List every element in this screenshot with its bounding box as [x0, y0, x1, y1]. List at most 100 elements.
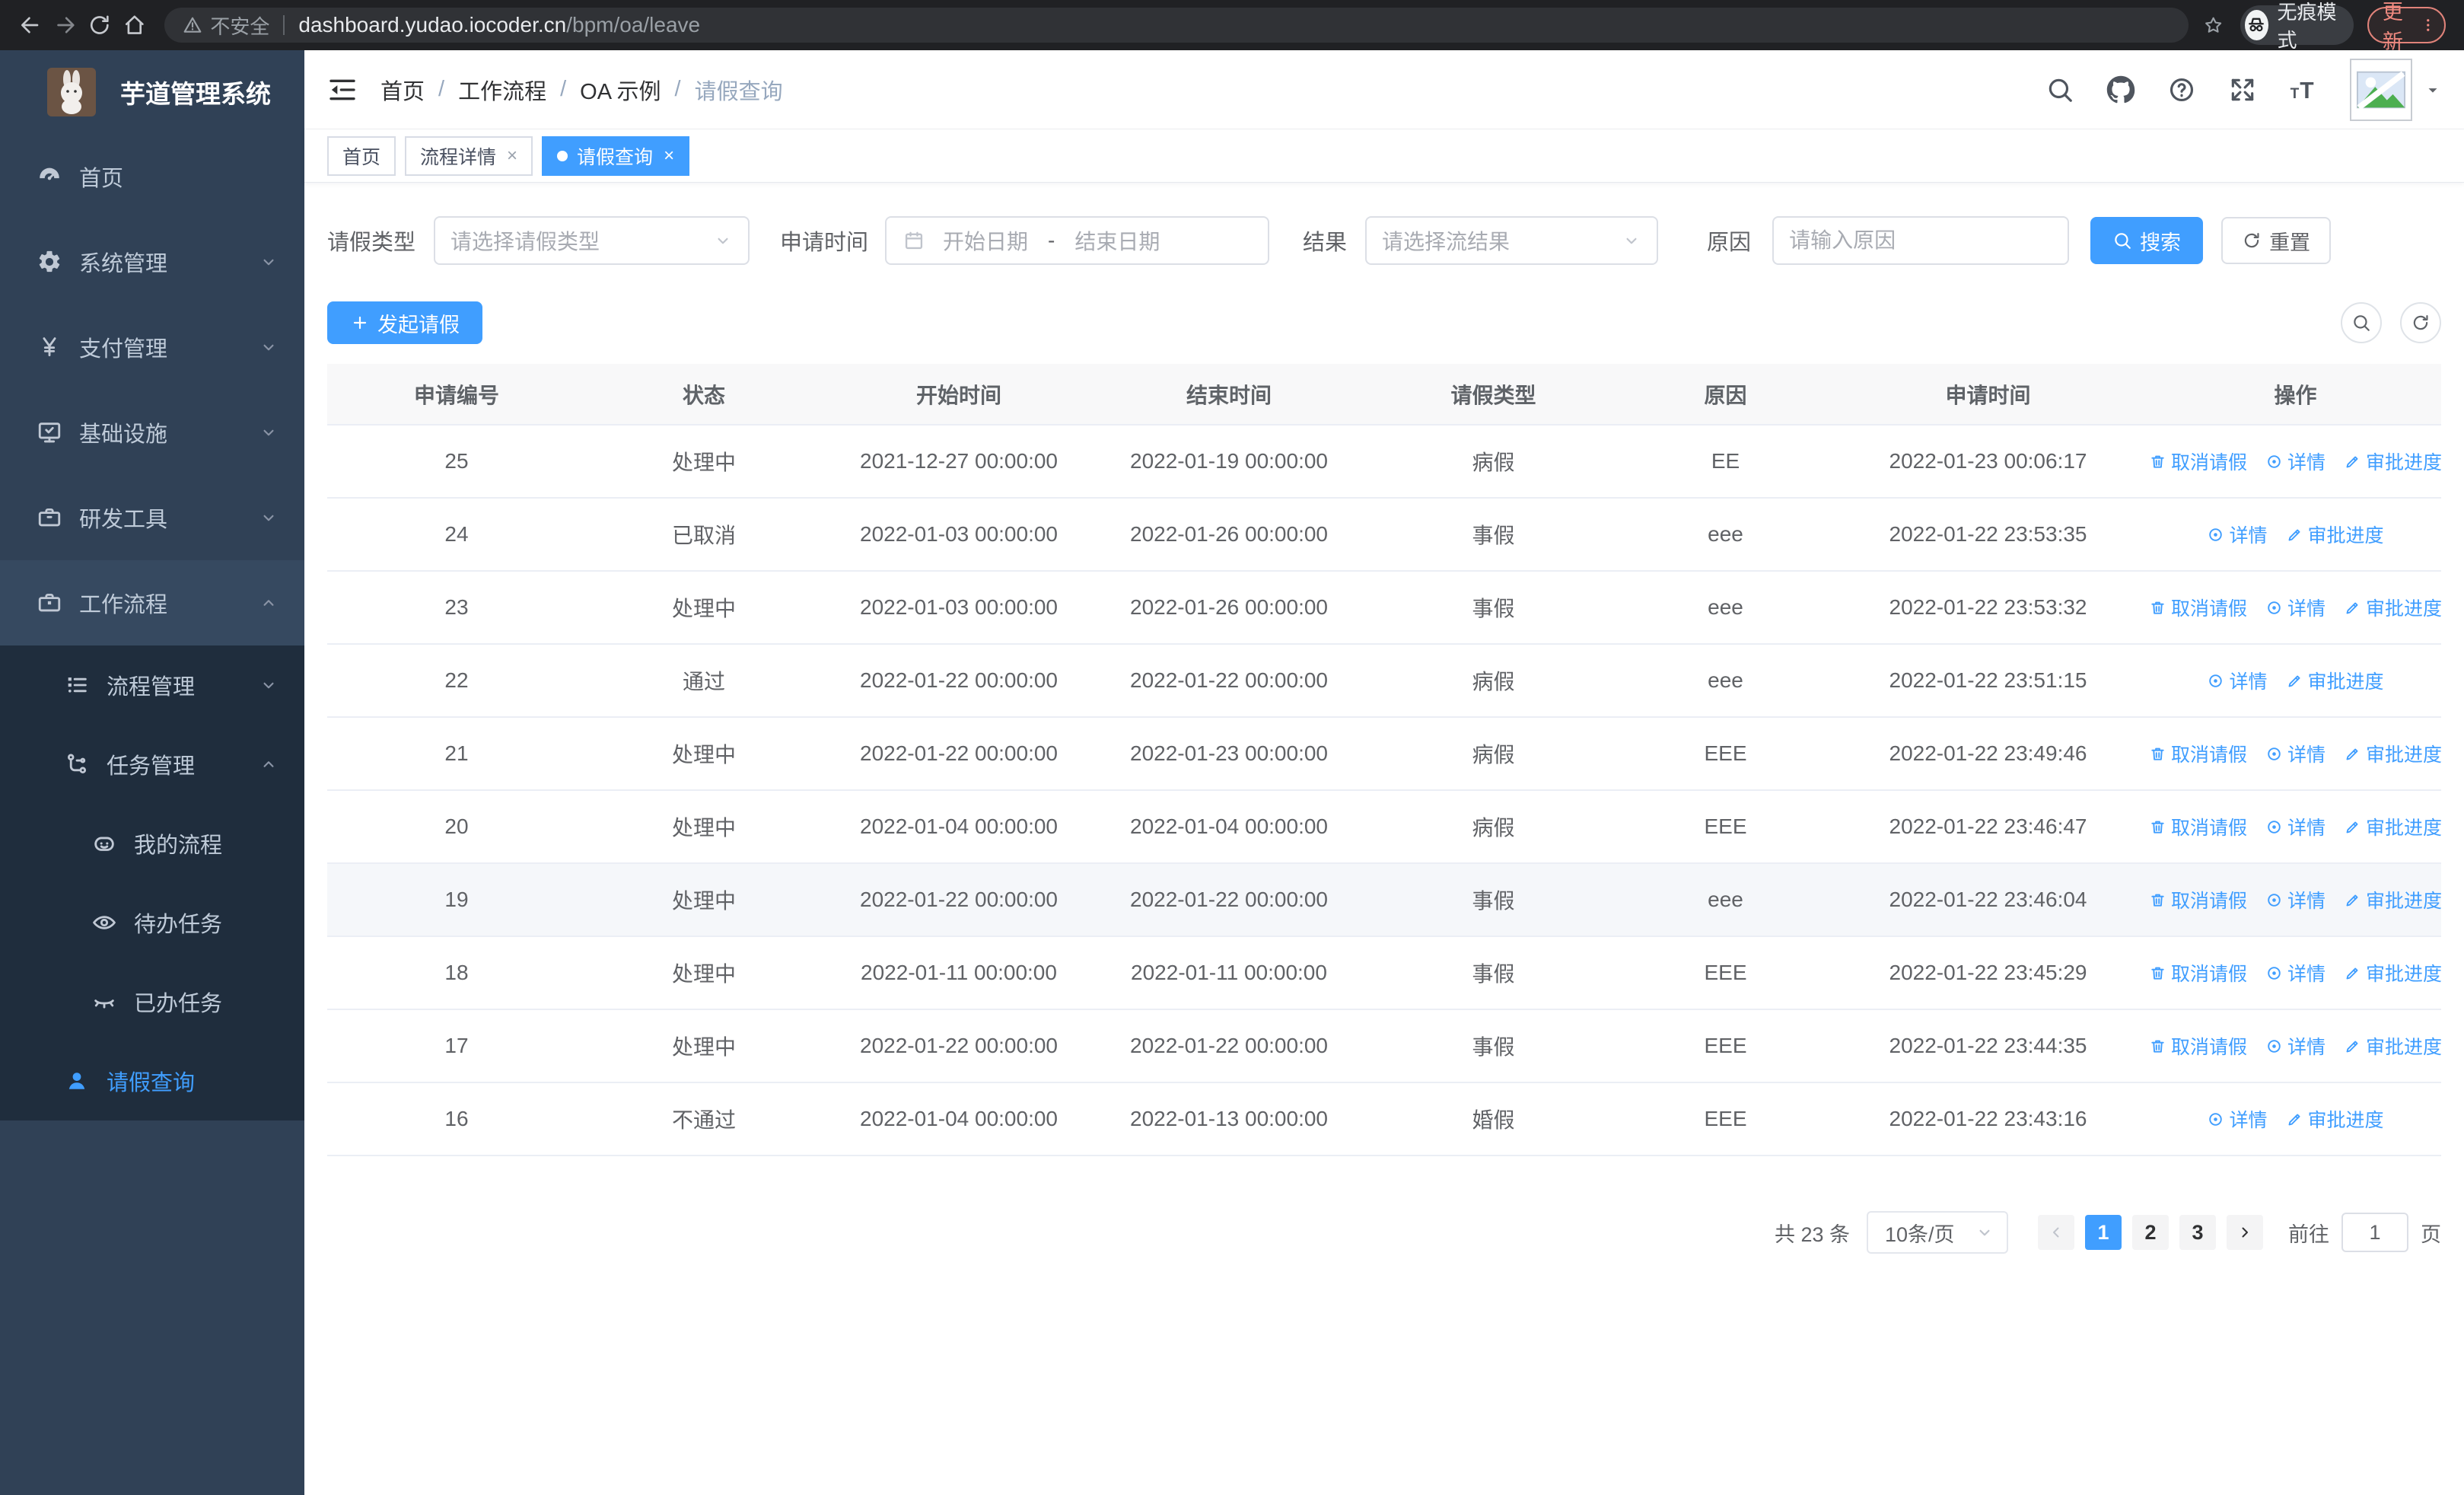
tab-home[interactable]: 首页	[327, 135, 396, 176]
goto-page-input[interactable]	[2341, 1213, 2408, 1252]
action-detail[interactable]: 详情	[2265, 448, 2326, 475]
user-menu-caret-icon[interactable]	[2424, 81, 2441, 98]
column-header: 申请时间	[1826, 364, 2150, 426]
create-leave-button[interactable]: 发起请假	[327, 301, 482, 344]
sidebar-item-payment[interactable]: 支付管理	[0, 304, 304, 390]
tab-leave-query[interactable]: 请假查询 ×	[542, 135, 690, 176]
action-progress[interactable]: 审批进度	[2286, 1105, 2384, 1133]
apply-time-range-picker[interactable]: 开始日期 - 结束日期	[885, 216, 1270, 265]
fontsize-icon[interactable]: TT	[2289, 75, 2318, 104]
action-progress[interactable]: 审批进度	[2286, 521, 2384, 548]
cell-start: 2022-01-22 00:00:00	[822, 863, 1096, 937]
search-icon[interactable]	[2045, 75, 2074, 104]
page-size-select[interactable]: 10条/页	[1867, 1211, 2008, 1254]
action-detail[interactable]: 详情	[2207, 667, 2268, 694]
sidebar-item-done-tasks[interactable]: 已办任务	[0, 962, 304, 1041]
view-icon	[2265, 599, 2283, 617]
browser-home-icon[interactable]	[123, 10, 147, 40]
question-icon[interactable]	[2167, 75, 2196, 104]
pen-icon	[2344, 453, 2361, 470]
reset-button[interactable]: 重置	[2221, 217, 2332, 264]
address-bar[interactable]: 不安全 dashboard.yudao.iocoder.cn /bpm/oa/l…	[164, 8, 2189, 43]
action-detail[interactable]: 详情	[2265, 594, 2326, 621]
sidebar-item-todo-tasks[interactable]: 待办任务	[0, 883, 304, 962]
action-cancel[interactable]: 取消请假	[2149, 1032, 2247, 1060]
action-detail[interactable]: 详情	[2265, 813, 2326, 840]
sidebar-item-task-mgmt[interactable]: 任务管理	[0, 725, 304, 804]
action-cancel[interactable]: 取消请假	[2149, 813, 2247, 840]
sidebar-item-workflow[interactable]: 工作流程	[0, 560, 304, 645]
action-progress[interactable]: 审批进度	[2344, 959, 2442, 987]
github-icon[interactable]	[2106, 75, 2135, 104]
cell-id: 16	[327, 1082, 586, 1156]
leave-type-select[interactable]: 请选择请假类型	[434, 216, 750, 265]
cell-end: 2022-01-04 00:00:00	[1096, 790, 1362, 864]
cell-actions: 详情 审批进度	[2150, 498, 2441, 572]
action-progress[interactable]: 审批进度	[2344, 448, 2442, 475]
action-detail[interactable]: 详情	[2265, 959, 2326, 987]
pen-icon	[2344, 818, 2361, 836]
breadcrumb-item[interactable]: OA 示例	[580, 74, 661, 106]
result-placeholder: 请选择流结果	[1382, 230, 1511, 253]
trash-icon	[2149, 1038, 2166, 1055]
bookmark-star-icon[interactable]	[2204, 13, 2223, 37]
cell-actions: 取消请假 详情 审批进度	[2149, 863, 2442, 937]
reason-input[interactable]	[1772, 216, 2070, 265]
sidebar-item-devtools[interactable]: 研发工具	[0, 475, 304, 560]
goto-label: 前往	[2288, 1222, 2329, 1246]
cell-end: 2022-01-26 00:00:00	[1096, 571, 1362, 645]
table-row: 23 处理中 2022-01-03 00:00:00 2022-01-26 00:00…	[327, 571, 2442, 645]
sidebar-item-my-process[interactable]: 我的流程	[0, 804, 304, 883]
action-detail[interactable]: 详情	[2207, 1105, 2268, 1133]
browser-back-icon[interactable]	[18, 10, 43, 40]
result-select[interactable]: 请选择流结果	[1365, 216, 1659, 265]
cell-apply_time: 2022-01-22 23:53:35	[1826, 498, 2150, 572]
close-icon[interactable]: ×	[664, 145, 674, 167]
breadcrumb-item[interactable]: 首页	[380, 74, 425, 106]
close-icon[interactable]: ×	[507, 145, 517, 167]
action-progress[interactable]: 审批进度	[2344, 813, 2442, 840]
browser-menu-icon[interactable]	[2420, 14, 2437, 36]
refresh-table-button[interactable]	[2400, 302, 2441, 343]
table-toolbar: 发起请假	[327, 301, 2441, 344]
action-progress[interactable]: 审批进度	[2344, 886, 2442, 913]
page-button-1[interactable]: 1	[2085, 1215, 2122, 1250]
sidebar-item-leave-query[interactable]: 请假查询	[0, 1041, 304, 1120]
action-progress[interactable]: 审批进度	[2344, 740, 2442, 767]
breadcrumb-item[interactable]: 工作流程	[458, 74, 546, 106]
sidebar-collapse-icon[interactable]	[327, 75, 358, 105]
tab-label: 请假查询	[577, 146, 654, 168]
action-progress[interactable]: 审批进度	[2344, 594, 2442, 621]
prev-page-button[interactable]	[2038, 1215, 2074, 1250]
action-progress[interactable]: 审批进度	[2344, 1032, 2442, 1060]
page-button-2[interactable]: 2	[2132, 1215, 2169, 1250]
fullscreen-icon[interactable]	[2228, 75, 2257, 104]
browser-update-button[interactable]: 更新	[2367, 1, 2446, 53]
action-progress[interactable]: 审批进度	[2286, 667, 2384, 694]
action-cancel[interactable]: 取消请假	[2149, 594, 2247, 621]
filter-bar: 请假类型 请选择请假类型 申请时间 开始日期 - 结束日期 结果 请选择流结果	[327, 216, 2441, 265]
action-detail[interactable]: 详情	[2207, 521, 2268, 548]
logo-image	[47, 68, 96, 116]
action-cancel[interactable]: 取消请假	[2149, 740, 2247, 767]
tab-process-detail[interactable]: 流程详情 ×	[405, 135, 533, 176]
browser-reload-icon[interactable]	[88, 10, 112, 40]
action-cancel[interactable]: 取消请假	[2149, 886, 2247, 913]
action-detail[interactable]: 详情	[2265, 886, 2326, 913]
avatar[interactable]	[2350, 58, 2412, 121]
app-logo[interactable]: 芋道管理系统	[0, 50, 304, 134]
page-button-3[interactable]: 3	[2179, 1215, 2216, 1250]
hide-search-button[interactable]	[2341, 302, 2382, 343]
eye-closed-icon	[91, 989, 117, 1015]
sidebar-item-process-mgmt[interactable]: 流程管理	[0, 645, 304, 725]
next-page-button[interactable]	[2227, 1215, 2263, 1250]
action-detail[interactable]: 详情	[2265, 1032, 2326, 1060]
action-cancel[interactable]: 取消请假	[2149, 448, 2247, 475]
search-button[interactable]: 搜索	[2090, 217, 2204, 264]
sidebar-item-infra[interactable]: 基础设施	[0, 390, 304, 475]
action-cancel[interactable]: 取消请假	[2149, 959, 2247, 987]
sidebar-item-system[interactable]: 系统管理	[0, 219, 304, 304]
browser-forward-icon[interactable]	[53, 10, 78, 40]
sidebar-item-home[interactable]: 首页	[0, 134, 304, 219]
action-detail[interactable]: 详情	[2265, 740, 2326, 767]
